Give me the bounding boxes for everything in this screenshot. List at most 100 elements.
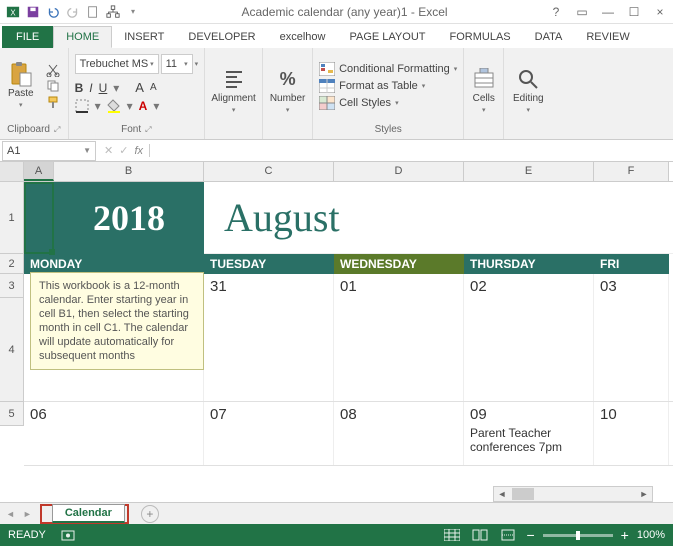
shrink-font-button[interactable]: A	[150, 82, 157, 93]
page-break-view-icon[interactable]	[498, 527, 518, 543]
tab-excelhow[interactable]: excelhow	[268, 26, 338, 48]
cell-d5[interactable]: 08	[334, 402, 464, 426]
cell-f3[interactable]: 03	[594, 274, 669, 298]
conditional-formatting-button[interactable]: Conditional Formatting ▾	[319, 62, 457, 76]
qat-customize-icon[interactable]: ▾	[124, 3, 142, 21]
tab-data[interactable]: DATA	[523, 26, 575, 48]
cell-d3[interactable]: 01	[334, 274, 464, 298]
cell-f5[interactable]: 10	[594, 402, 669, 426]
border-dropdown[interactable]: ▾	[95, 99, 101, 113]
row-header-3[interactable]: 3	[0, 274, 24, 298]
select-all-button[interactable]	[0, 162, 24, 181]
tab-insert[interactable]: INSERT	[112, 26, 176, 48]
row-header-2[interactable]: 2	[0, 254, 24, 274]
underline-dropdown[interactable]: ▾	[113, 81, 119, 95]
add-sheet-button[interactable]: +	[141, 505, 159, 523]
cell-e5[interactable]: 09	[464, 402, 594, 426]
col-header-f[interactable]: F	[594, 162, 669, 181]
underline-button[interactable]: U	[99, 81, 108, 95]
editing-button[interactable]: Editing▾	[511, 65, 546, 118]
clipboard-launcher-icon[interactable]: ⤢	[54, 125, 60, 135]
sheet-tab-calendar[interactable]: Calendar	[52, 504, 125, 523]
cell-c5[interactable]: 07	[204, 402, 334, 426]
alignment-button[interactable]: Alignment▾	[209, 65, 257, 118]
row-header-5[interactable]: 5	[0, 402, 24, 426]
format-as-table-button[interactable]: Format as Table ▾	[319, 79, 457, 93]
cell-e6[interactable]: Parent Teacher conferences 7pm	[464, 426, 594, 465]
fill-dropdown[interactable]: ▾	[127, 99, 133, 113]
file-tab[interactable]: FILE	[2, 26, 53, 48]
zoom-out-button[interactable]: −	[526, 527, 534, 543]
save-icon[interactable]	[24, 3, 42, 21]
formula-input[interactable]	[150, 141, 673, 161]
zoom-level[interactable]: 100%	[637, 529, 665, 541]
col-header-e[interactable]: E	[464, 162, 594, 181]
enter-formula-icon[interactable]: ✓	[119, 144, 128, 157]
month-cell[interactable]: August	[204, 194, 673, 241]
tab-developer[interactable]: DEVELOPER	[176, 26, 267, 48]
zoom-slider[interactable]	[543, 534, 613, 537]
number-button[interactable]: % Number▾	[268, 65, 308, 118]
col-header-b[interactable]: B	[54, 162, 204, 181]
font-color-button[interactable]: A	[139, 99, 148, 113]
cell-b5[interactable]: 06	[24, 402, 204, 426]
ribbon-options-icon[interactable]: ▭	[573, 5, 591, 19]
cells-button[interactable]: Cells▾	[470, 65, 498, 118]
bold-button[interactable]: B	[75, 81, 84, 95]
sheet-nav-next-icon[interactable]: ►	[23, 509, 32, 519]
normal-view-icon[interactable]	[442, 527, 462, 543]
cell-e3[interactable]: 02	[464, 274, 594, 298]
minimize-icon[interactable]: —	[599, 5, 617, 19]
scroll-thumb[interactable]	[512, 488, 534, 500]
undo-icon[interactable]	[44, 3, 62, 21]
tab-formulas[interactable]: FORMULAS	[438, 26, 523, 48]
cell-f6[interactable]	[594, 426, 669, 465]
help-icon[interactable]: ?	[547, 5, 565, 19]
new-icon[interactable]	[84, 3, 102, 21]
cell-c6[interactable]	[204, 426, 334, 465]
cell-c3[interactable]: 31	[204, 274, 334, 298]
col-header-a[interactable]: A	[24, 162, 54, 181]
font-launcher-icon[interactable]: ⤢	[145, 125, 151, 135]
paste-button[interactable]: Paste▾	[6, 60, 36, 113]
cell-e4[interactable]	[464, 298, 594, 401]
italic-button[interactable]: I	[89, 81, 92, 95]
year-cell[interactable]: 2018	[54, 182, 204, 254]
scroll-right-icon[interactable]: ►	[636, 489, 652, 499]
font-name-select[interactable]: Trebuchet MS▾	[75, 54, 159, 74]
name-box[interactable]: A1 ▼	[2, 141, 96, 161]
cell-c4[interactable]	[204, 298, 334, 401]
col-header-c[interactable]: C	[204, 162, 334, 181]
tab-home[interactable]: HOME	[53, 26, 112, 48]
maximize-icon[interactable]: ☐	[625, 5, 643, 19]
zoom-in-button[interactable]: +	[621, 527, 629, 543]
copy-icon[interactable]	[44, 79, 62, 93]
cell-d4[interactable]	[334, 298, 464, 401]
font-size-select[interactable]: 11▾	[161, 54, 193, 74]
col-header-d[interactable]: D	[334, 162, 464, 181]
horizontal-scrollbar[interactable]: ◄ ►	[493, 486, 653, 502]
font-color-dropdown[interactable]: ▾	[153, 99, 159, 113]
cut-icon[interactable]	[44, 63, 62, 77]
excel-icon[interactable]: X	[4, 3, 22, 21]
fill-color-button[interactable]	[107, 99, 121, 113]
cell-d6[interactable]	[334, 426, 464, 465]
cell-b6[interactable]	[24, 426, 204, 465]
cell-styles-button[interactable]: Cell Styles ▾	[319, 96, 457, 110]
fx-icon[interactable]: fx	[134, 145, 143, 157]
page-layout-view-icon[interactable]	[470, 527, 490, 543]
scroll-left-icon[interactable]: ◄	[494, 489, 510, 499]
border-button[interactable]	[75, 99, 89, 113]
redo-icon[interactable]	[64, 3, 82, 21]
format-painter-icon[interactable]	[44, 95, 62, 109]
row-header-1[interactable]: 1	[0, 182, 24, 254]
row-header-4[interactable]: 4	[0, 298, 24, 402]
cancel-formula-icon[interactable]: ✕	[104, 144, 113, 157]
close-icon[interactable]: ×	[651, 5, 669, 19]
cell-f4[interactable]	[594, 298, 669, 401]
hierarchy-icon[interactable]	[104, 3, 122, 21]
sheet-nav-prev-icon[interactable]: ◄	[6, 509, 15, 519]
name-box-dropdown-icon[interactable]: ▼	[83, 146, 91, 155]
macro-record-icon[interactable]	[58, 527, 78, 543]
tab-review[interactable]: REVIEW	[574, 26, 641, 48]
